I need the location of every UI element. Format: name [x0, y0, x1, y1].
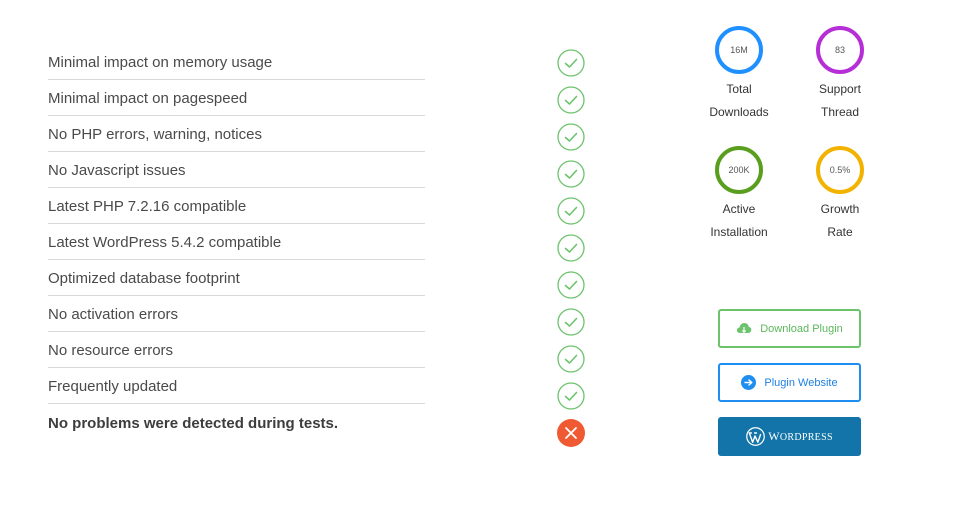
stat-label-line2: Downloads — [709, 105, 769, 119]
summary-label: No problems were detected during tests. — [48, 414, 339, 432]
check-circle-icon — [557, 345, 585, 373]
check-item-label: Latest WordPress 5.4.2 compatible — [48, 234, 282, 251]
wordpress-label-rest: ORDPRESS — [779, 432, 833, 443]
check-circle-icon — [557, 382, 585, 410]
stat-label-line1: Support — [818, 82, 862, 96]
check-item-label: Latest PHP 7.2.16 compatible — [48, 198, 247, 215]
stat-ring: 16M — [715, 26, 763, 74]
wordpress-logo-icon — [746, 427, 766, 446]
check-circle-icon — [557, 49, 585, 77]
plugin-website-label: Plugin Website — [764, 376, 838, 389]
wordpress-button[interactable]: WORDPRESS — [718, 417, 861, 456]
check-item-label: Minimal impact on memory usage — [48, 54, 273, 71]
stat-growth-rate: 0.5% Growth Rate — [800, 146, 880, 244]
stat-value: 83 — [834, 45, 845, 55]
check-item-label: No resource errors — [48, 342, 174, 359]
check-item: Optimized database footprint — [48, 260, 425, 296]
check-item-label: No Javascript issues — [48, 162, 186, 179]
check-item-label: Frequently updated — [48, 378, 178, 395]
check-circle-icon — [557, 308, 585, 336]
check-item: No activation errors — [48, 296, 425, 332]
stat-ring: 83 — [816, 26, 864, 74]
stat-label-line2: Thread — [820, 105, 860, 119]
check-item: No Javascript issues — [48, 152, 425, 188]
wordpress-label-initial: W — [768, 429, 780, 443]
check-circle-icon — [557, 160, 585, 188]
check-item-label: No PHP errors, warning, notices — [48, 126, 262, 143]
stat-total-downloads: 16M Total Downloads — [699, 26, 779, 124]
check-item-label: No activation errors — [48, 306, 179, 323]
check-item: No resource errors — [48, 332, 425, 368]
compatibility-checklist: Minimal impact on memory usage Minimal i… — [48, 44, 425, 440]
plugin-website-button[interactable]: Plugin Website — [718, 363, 861, 402]
check-item: No PHP errors, warning, notices — [48, 116, 425, 152]
wordpress-label: WORDPRESS — [768, 429, 833, 444]
stat-label-line1: Active — [722, 202, 756, 216]
check-circle-icon — [557, 86, 585, 114]
cloud-download-icon — [736, 322, 752, 335]
check-item: Frequently updated — [48, 368, 425, 404]
x-circle-icon — [557, 419, 585, 447]
stat-ring: 0.5% — [816, 146, 864, 194]
stat-support-thread: 83 Support Thread — [800, 26, 880, 124]
arrow-right-circle-icon — [741, 375, 757, 390]
stat-value: 200K — [728, 165, 750, 175]
check-item: Latest PHP 7.2.16 compatible — [48, 188, 425, 224]
download-plugin-label: Download Plugin — [760, 322, 843, 335]
stat-label-line2: Rate — [827, 225, 853, 239]
stat-label: Support Thread — [800, 78, 880, 124]
summary-row: No problems were detected during tests. — [48, 404, 425, 440]
check-item: Minimal impact on memory usage — [48, 44, 425, 80]
check-circle-icon — [557, 123, 585, 151]
stat-active-installation: 200K Active Installation — [699, 146, 779, 244]
check-circle-icon — [557, 197, 585, 225]
check-item-label: Optimized database footprint — [48, 270, 240, 287]
stat-value: 0.5% — [829, 165, 851, 175]
stat-label: Total Downloads — [699, 78, 779, 124]
stat-ring: 200K — [715, 146, 763, 194]
stat-value: 16M — [730, 45, 748, 55]
stat-label: Growth Rate — [800, 198, 880, 244]
check-circle-icon — [557, 271, 585, 299]
download-plugin-button[interactable]: Download Plugin — [718, 309, 861, 348]
check-circle-icon — [557, 234, 585, 262]
stat-label-line1: Total — [726, 82, 752, 96]
status-column — [557, 49, 587, 456]
check-item-label: Minimal impact on pagespeed — [48, 90, 248, 107]
check-item: Latest WordPress 5.4.2 compatible — [48, 224, 425, 260]
check-item: Minimal impact on pagespeed — [48, 80, 425, 116]
stat-label: Active Installation — [699, 198, 779, 244]
stat-label-line2: Installation — [710, 225, 768, 239]
stat-label-line1: Growth — [820, 202, 860, 216]
